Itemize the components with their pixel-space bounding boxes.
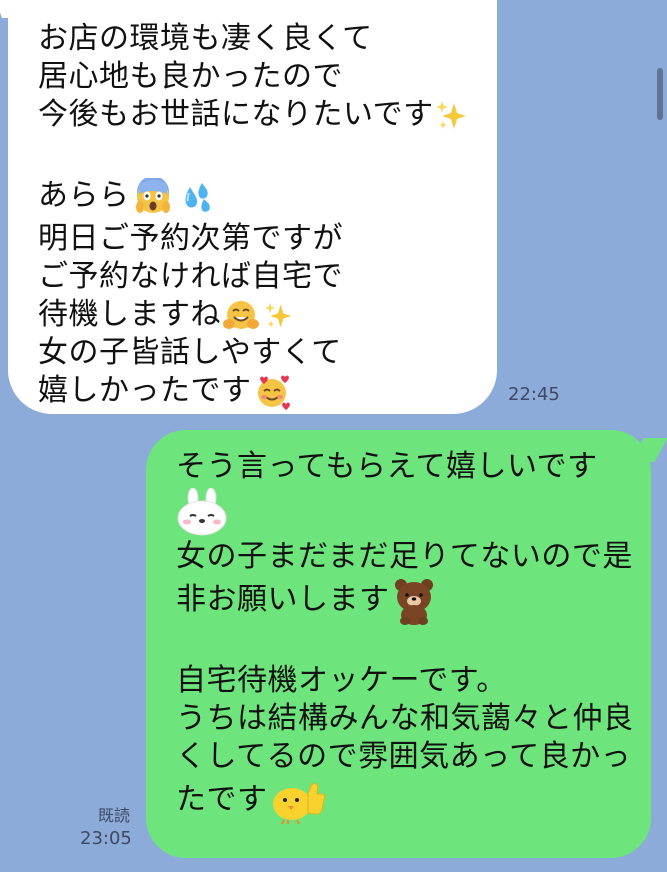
message-line: 待機しますね xyxy=(38,296,477,334)
read-receipt-label: 既読 xyxy=(98,806,131,825)
sweat-droplets-icon xyxy=(178,179,214,215)
face-screaming-icon xyxy=(134,177,172,216)
message-line: 自宅待機オッケーです。 xyxy=(176,663,507,698)
message-line: 明日ご予約次第ですが xyxy=(38,221,343,256)
scrollbar[interactable] xyxy=(657,68,663,120)
message-line: 今後もお世話になりたいです xyxy=(38,96,477,134)
received-message-bubble[interactable]: お店の環境も凄く良くて 居心地も良かったので 今後もお世話になりたいです あらら… xyxy=(8,0,497,414)
message-line: 非お願いします xyxy=(176,576,635,625)
sticker-line xyxy=(176,486,635,538)
message-line: 居心地も良かったので xyxy=(38,59,343,94)
message-line: そう言ってもらえて嬉しいです xyxy=(176,449,598,484)
message-line: うちは結構みんな和気藹々と仲良 xyxy=(176,701,634,736)
hugging-face-icon xyxy=(223,299,259,333)
message-line: 嬉しかったです xyxy=(38,372,477,410)
thumbs-up-chick-icon xyxy=(270,778,326,824)
sparkles-icon xyxy=(434,99,468,133)
sent-message-bubble[interactable]: そう言ってもらえて嬉しいです 女の子まだまだ足りてないので是 非お願いします 自… xyxy=(146,430,651,858)
message-line: たです xyxy=(176,776,635,824)
brown-bear-icon xyxy=(392,577,436,625)
smiling-face-hearts-icon xyxy=(254,374,290,410)
received-timestamp: 22:45 xyxy=(508,384,560,405)
chat-area[interactable]: お店の環境も凄く良くて 居心地も良かったので 今後もお世話になりたいです あらら… xyxy=(0,0,667,872)
cony-rabbit-icon xyxy=(176,488,228,536)
sparkles-icon xyxy=(263,301,293,331)
sent-timestamp: 23:05 xyxy=(80,828,132,849)
message-line: お店の環境も凄く良くて xyxy=(38,21,373,56)
message-line: ご予約なければ自宅で xyxy=(38,259,343,294)
message-line: あらら xyxy=(38,172,477,220)
message-line: くしてるので雰囲気あって良かっ xyxy=(176,739,632,774)
message-line: 女の子皆話しやすくて xyxy=(38,335,342,370)
message-line: 女の子まだまだ足りてないので是 xyxy=(176,539,633,574)
